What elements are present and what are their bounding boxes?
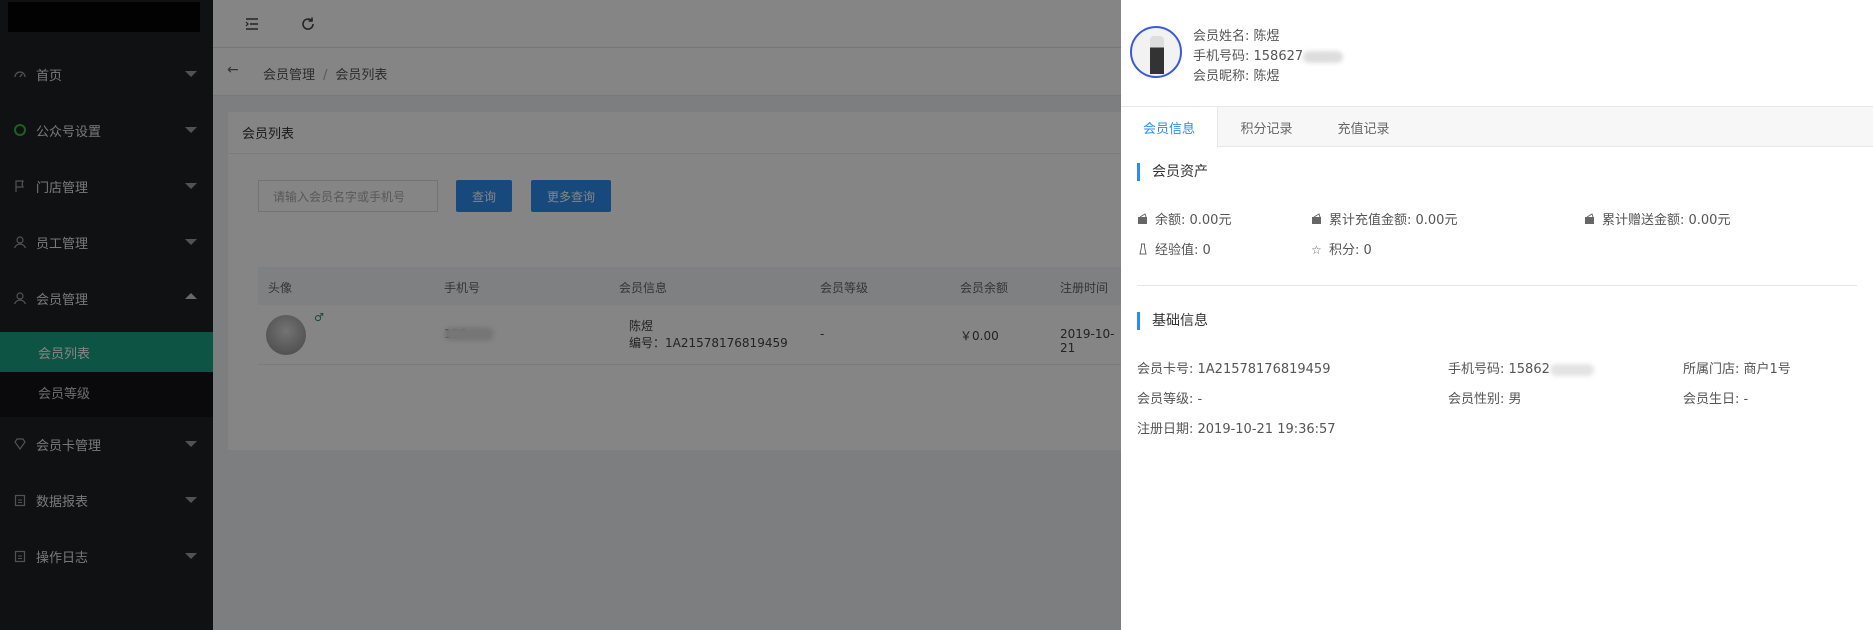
points-field: ☆ 积分: 0: [1311, 243, 1372, 258]
member-detail-drawer: 会员姓名: 陈煜 手机号码: 158627 会员昵称: 陈煜 会员信息 积分记录…: [1121, 0, 1873, 630]
tab-recharge-record[interactable]: 充值记录: [1315, 107, 1412, 147]
member-avatar: [1130, 26, 1182, 78]
member-phone-line: 手机号码: 158627: [1193, 45, 1344, 64]
tab-member-info[interactable]: 会员信息: [1121, 107, 1218, 148]
wallet-icon: [1137, 213, 1151, 227]
wallet-icon: [1584, 213, 1598, 227]
drawer-tabs: 会员信息 积分记录 充值记录: [1121, 107, 1873, 148]
birthday-field: 会员生日: -: [1683, 392, 1749, 407]
basic-info-section-title: 基础信息: [1137, 312, 1208, 330]
card-number-field: 会员卡号: 1A21578176819459: [1137, 362, 1331, 377]
modal-overlay[interactable]: [0, 0, 1121, 630]
level-field: 会员等级: -: [1137, 392, 1203, 407]
phone-field: 手机号码: 15862: [1448, 358, 1594, 377]
wallet-icon: [1311, 213, 1325, 227]
section-divider: [1137, 285, 1857, 286]
experience-field: 经验值: 0: [1137, 239, 1211, 258]
flask-icon: [1137, 243, 1151, 257]
tab-points-record[interactable]: 积分记录: [1218, 107, 1315, 147]
register-date-field: 注册日期: 2019-10-21 19:36:57: [1137, 422, 1336, 437]
total-recharge-field: 累计充值金额: 0.00元: [1311, 209, 1457, 228]
star-icon: ☆: [1311, 243, 1322, 257]
assets-section-title: 会员资产: [1137, 163, 1208, 181]
member-nickname-line: 会员昵称: 陈煜: [1193, 69, 1280, 84]
member-name-line: 会员姓名: 陈煜: [1193, 29, 1280, 44]
total-gift-field: 累计赠送金额: 0.00元: [1584, 209, 1730, 228]
gender-field: 会员性别: 男: [1448, 392, 1522, 407]
drawer-header: 会员姓名: 陈煜 手机号码: 158627 会员昵称: 陈煜: [1121, 0, 1873, 107]
store-field: 所属门店: 商户1号: [1683, 362, 1791, 377]
balance-field: 余额: 0.00元: [1137, 209, 1231, 228]
